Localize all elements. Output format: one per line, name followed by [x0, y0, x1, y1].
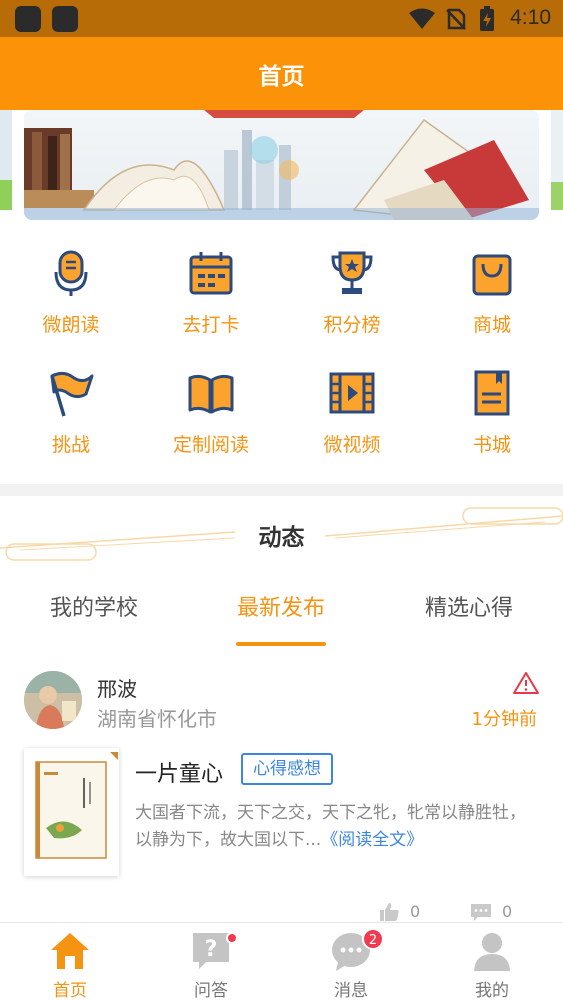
tabbar-label: 首页 [53, 981, 87, 1001]
post-time: 1分钟前 [471, 709, 537, 730]
user-icon [471, 930, 513, 972]
banner-carousel[interactable] [0, 110, 563, 225]
author-location: 湖南省怀化市 [97, 707, 217, 731]
tabbar-messages[interactable]: 2 消息 [281, 923, 421, 1001]
read-more-link[interactable]: 《阅读全文》 [321, 830, 423, 850]
menu-item-label: 挑战 [51, 434, 90, 456]
menu-item-label: 微视频 [323, 434, 381, 456]
tab-latest[interactable]: 最新发布 [187, 590, 375, 622]
clock: 4:10 [510, 6, 551, 29]
menu-item-leaderboard[interactable]: 积分榜 [282, 248, 422, 358]
tabbar-label: 问答 [194, 981, 228, 1001]
author-name[interactable]: 邢波 [97, 673, 137, 702]
no-sim-icon [446, 8, 466, 30]
menu-item-check-in[interactable]: 去打卡 [141, 248, 281, 358]
book-icon [467, 368, 517, 418]
tabbar-qa[interactable]: ? 问答 [141, 923, 281, 1001]
tabbar-home[interactable]: 首页 [0, 923, 140, 1001]
report-icon[interactable] [513, 671, 539, 695]
tab-featured[interactable]: 精选心得 [375, 590, 563, 622]
microphone-icon [46, 248, 96, 298]
menu-item-label: 积分榜 [323, 314, 381, 336]
banner-next-peek [551, 110, 563, 210]
bottom-tab-bar: 首页 ? 问答 2 消息 我的 [0, 922, 563, 1001]
menu-item-label: 去打卡 [182, 314, 240, 336]
tabbar-label: 我的 [475, 981, 509, 1001]
section-title: 动态 [258, 525, 305, 551]
unread-dot [226, 932, 238, 944]
menu-item-read-aloud[interactable]: 微朗读 [1, 248, 141, 358]
menu-item-label: 微朗读 [42, 314, 100, 336]
svg-text:?: ? [205, 937, 218, 962]
notification-icon [15, 6, 41, 32]
page-title: 首页 [258, 63, 305, 90]
battery-icon [480, 6, 494, 31]
calendar-icon [186, 248, 236, 298]
menu-item-custom-reading[interactable]: 定制阅读 [141, 368, 281, 478]
menu-item-bookstore[interactable]: 书城 [422, 368, 562, 478]
post-title[interactable]: 一片童心 [135, 756, 223, 788]
banner-prev-peek [0, 110, 12, 210]
notification-icon [52, 6, 78, 32]
home-icon [49, 930, 91, 972]
like-count: 0 [410, 902, 421, 921]
tab-my-school[interactable]: 我的学校 [0, 590, 188, 622]
menu-item-micro-video[interactable]: 微视频 [282, 368, 422, 478]
trophy-icon [327, 248, 377, 298]
comment-icon[interactable] [470, 902, 492, 922]
menu-item-challenge[interactable]: 挑战 [1, 368, 141, 478]
status-bar: 4:10 [0, 0, 563, 37]
active-tab-indicator [236, 642, 326, 646]
tabbar-label: 消息 [334, 981, 368, 1001]
avatar[interactable] [24, 671, 82, 729]
app-bar: 首页 [0, 37, 563, 110]
comment-count: 0 [502, 902, 513, 921]
flag-icon [46, 368, 96, 418]
message-badge: 2 [362, 928, 384, 950]
book-cover[interactable] [24, 748, 119, 876]
message-icon: 2 [330, 928, 384, 972]
open-book-icon [186, 368, 236, 418]
category-tag[interactable]: 心得感想 [241, 753, 333, 785]
feed-tabs: 我的学校 最新发布 精选心得 [0, 590, 563, 650]
video-icon [327, 368, 377, 418]
menu-item-label: 书城 [472, 434, 511, 456]
post-excerpt: 大国者下流，天下之交，天下之牝，牝常以静胜牡，以静为下，故大国以下...《阅读全… [135, 800, 535, 854]
menu-item-label: 定制阅读 [172, 434, 249, 456]
wifi-icon [409, 8, 435, 29]
menu-item-shop[interactable]: 商城 [422, 248, 562, 358]
like-icon[interactable] [378, 902, 400, 922]
question-icon: ? [190, 930, 238, 972]
shopping-bag-icon [467, 248, 517, 298]
section-divider [0, 484, 563, 496]
tabbar-profile[interactable]: 我的 [422, 923, 562, 1001]
menu-item-label: 商城 [472, 314, 511, 336]
banner-image[interactable] [24, 110, 539, 220]
